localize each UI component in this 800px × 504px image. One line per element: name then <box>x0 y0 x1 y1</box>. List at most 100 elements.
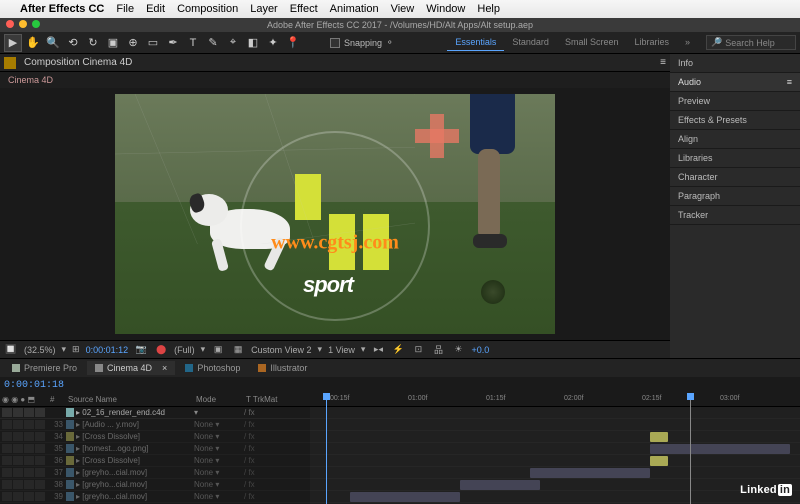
workspace-essentials[interactable]: Essentials <box>447 34 504 51</box>
snapshot-icon[interactable]: 📷 <box>134 343 148 357</box>
shape-tool[interactable]: ▭ <box>144 34 162 52</box>
roto-tool[interactable]: ✦ <box>264 34 282 52</box>
channel-icon[interactable]: ⬤ <box>154 343 168 357</box>
puppet-tool[interactable]: 📍 <box>284 34 302 52</box>
selection-tool[interactable]: ▶ <box>4 34 22 52</box>
snapping-toggle[interactable]: Snapping ⚬ <box>330 37 394 48</box>
menu-animation[interactable]: Animation <box>330 3 379 15</box>
pixel-aspect-icon[interactable]: ▸◂ <box>371 343 385 357</box>
tab-illustrator[interactable]: Illustrator <box>250 361 315 375</box>
tab-cinema4d[interactable]: Cinema 4D× <box>87 361 175 375</box>
zoom-level[interactable]: (32.5%) <box>24 345 56 355</box>
clip[interactable] <box>650 456 668 466</box>
composition-breadcrumb[interactable]: Cinema 4D <box>0 72 670 88</box>
menu-layer[interactable]: Layer <box>250 3 278 15</box>
layer-row[interactable]: 39 ▸ [greyho...cial.mov]None ▾/ fx <box>0 491 310 503</box>
traffic-lights[interactable] <box>6 20 40 28</box>
tab-photoshop[interactable]: Photoshop <box>177 361 248 375</box>
brush-tool[interactable]: ✎ <box>204 34 222 52</box>
panel-preview[interactable]: Preview <box>670 92 800 111</box>
resolution-label[interactable]: (Full) <box>174 345 195 355</box>
menu-composition[interactable]: Composition <box>177 3 238 15</box>
layer-row[interactable]: 37 ▸ [greyho...cial.mov]None ▾/ fx <box>0 467 310 479</box>
work-area-end[interactable] <box>690 393 691 504</box>
hand-tool[interactable]: ✋ <box>24 34 42 52</box>
zoom-tool[interactable]: 🔍 <box>44 34 62 52</box>
layer-row[interactable]: 34 ▸ [Cross Dissolve]None ▾/ fx <box>0 431 310 443</box>
tab-premiere[interactable]: Premiere Pro <box>4 361 85 375</box>
composition-viewer[interactable]: sport www.cgtsj.com <box>0 88 670 340</box>
panel-info[interactable]: Info <box>670 54 800 73</box>
camera-tool[interactable]: ▣ <box>104 34 122 52</box>
clip[interactable] <box>530 468 650 478</box>
menu-view[interactable]: View <box>391 3 415 15</box>
snapping-checkbox[interactable] <box>330 38 340 48</box>
timeline-track[interactable] <box>310 443 800 455</box>
menu-effect[interactable]: Effect <box>290 3 318 15</box>
composition-tab[interactable]: Composition Cinema 4D <box>24 57 132 68</box>
app-menu[interactable]: After Effects CC <box>20 3 104 15</box>
layer-row[interactable]: ▸ 02_16_render_end.c4d ▾/ fx <box>0 407 310 419</box>
fast-preview-icon[interactable]: ⚡ <box>391 343 405 357</box>
rotate-tool[interactable]: ↻ <box>84 34 102 52</box>
panel-character[interactable]: Character <box>670 168 800 187</box>
clip[interactable] <box>460 480 540 490</box>
clone-tool[interactable]: ⌖ <box>224 34 242 52</box>
panel-audio[interactable]: Audio≡ <box>670 73 800 92</box>
timeline-timecode[interactable]: 0:00:01:18 <box>4 380 64 391</box>
pen-tool[interactable]: ✒ <box>164 34 182 52</box>
panel-paragraph[interactable]: Paragraph <box>670 187 800 206</box>
layer-row[interactable]: 36 ▸ [Cross Dissolve]None ▾/ fx <box>0 455 310 467</box>
current-timecode[interactable]: 0:00:01:12 <box>86 345 129 355</box>
menu-file[interactable]: File <box>116 3 134 15</box>
resolution-dropdown[interactable]: ⊞ <box>72 344 80 355</box>
reset-exposure-icon[interactable]: ☀ <box>451 343 465 357</box>
clip[interactable] <box>650 444 790 454</box>
layer-row[interactable]: 35 ▸ [homest...ogo.png]None ▾/ fx <box>0 443 310 455</box>
layer-row[interactable]: 33 ▸ [Audio ... y.mov]None ▾/ fx <box>0 419 310 431</box>
type-tool[interactable]: T <box>184 34 202 52</box>
magnify-icon[interactable]: 🔲 <box>4 343 18 357</box>
panel-menu-icon[interactable]: ≡ <box>660 57 666 68</box>
timeline-track[interactable] <box>310 419 800 431</box>
workspace-more[interactable]: » <box>677 34 698 51</box>
timeline-icon[interactable]: ⊡ <box>411 343 425 357</box>
workspace-small-screen[interactable]: Small Screen <box>557 34 627 51</box>
eraser-tool[interactable]: ◧ <box>244 34 262 52</box>
3d-view-dropdown[interactable]: Custom View 2 <box>251 345 311 355</box>
workspace-standard[interactable]: Standard <box>504 34 557 51</box>
snap-opts-icon[interactable]: ⚬ <box>386 37 394 48</box>
logo-cross <box>415 114 459 158</box>
timeline-track[interactable] <box>310 407 800 419</box>
search-help-input[interactable]: 🔎 Search Help <box>706 35 796 50</box>
panel-libraries[interactable]: Libraries <box>670 149 800 168</box>
view-count-dropdown[interactable]: 1 View <box>328 345 355 355</box>
panel-align[interactable]: Align <box>670 130 800 149</box>
timeline-track[interactable] <box>310 431 800 443</box>
orbit-tool[interactable]: ⟲ <box>64 34 82 52</box>
roi-icon[interactable]: ▣ <box>211 343 225 357</box>
exposure-value[interactable]: +0.0 <box>471 345 489 355</box>
timeline-tracks[interactable]: 00:15f01:00f01:15f02:00f02:15f03:00f <box>310 393 800 504</box>
menu-window[interactable]: Window <box>426 3 465 15</box>
panel-tracker[interactable]: Tracker <box>670 206 800 225</box>
panel-menu-icon[interactable]: ≡ <box>787 77 792 87</box>
workspace-libraries[interactable]: Libraries <box>626 34 677 51</box>
time-ruler[interactable]: 00:15f01:00f01:15f02:00f02:15f03:00f <box>310 393 800 407</box>
playhead[interactable] <box>326 393 327 504</box>
panel-effects-presets[interactable]: Effects & Presets <box>670 111 800 130</box>
pan-behind-tool[interactable]: ⊕ <box>124 34 142 52</box>
timeline-track[interactable] <box>310 455 800 467</box>
timeline-track[interactable] <box>310 479 800 491</box>
grid-icon[interactable]: ▦ <box>231 343 245 357</box>
viewer-footer: 🔲 (32.5%) ▾ ⊞ 0:00:01:12 📷 ⬤ (Full)▾ ▣ ▦… <box>0 340 670 358</box>
layer-row[interactable]: 38 ▸ [greyho...cial.mov]None ▾/ fx <box>0 479 310 491</box>
watermark-text: www.cgtsj.com <box>271 231 399 254</box>
flowchart-icon[interactable]: 品 <box>431 343 445 357</box>
timeline-track[interactable] <box>310 467 800 479</box>
menu-help[interactable]: Help <box>477 3 500 15</box>
clip[interactable] <box>650 432 668 442</box>
menu-edit[interactable]: Edit <box>146 3 165 15</box>
clip[interactable] <box>350 492 460 502</box>
timeline-track[interactable] <box>310 491 800 503</box>
